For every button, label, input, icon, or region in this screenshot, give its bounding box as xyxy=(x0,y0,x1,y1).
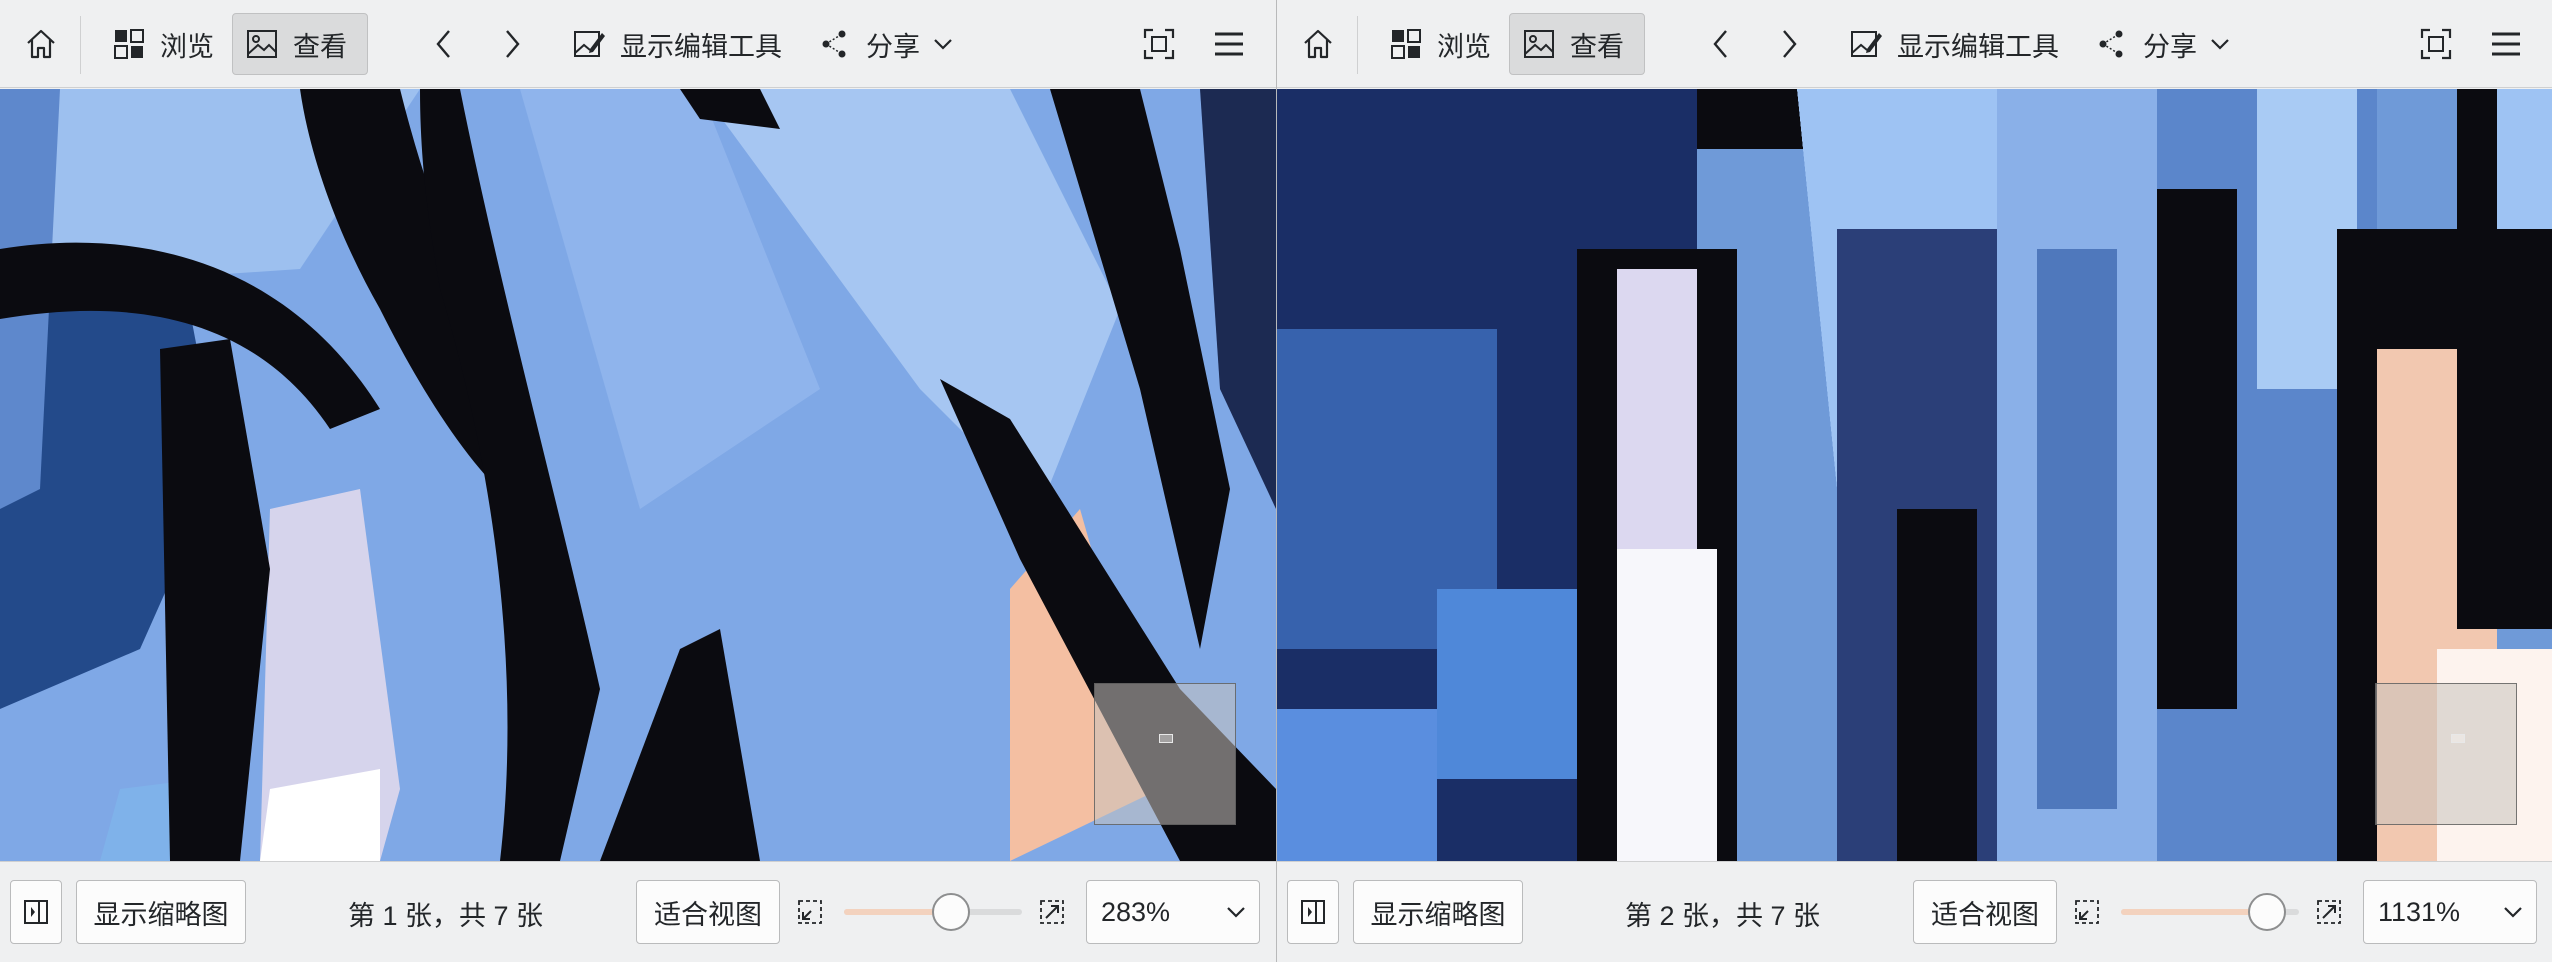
browse-button[interactable]: 浏览 xyxy=(1377,13,1503,75)
toolbar-separator xyxy=(1357,16,1358,74)
image-counter: 第 2 张，共 7 张 xyxy=(1625,901,1821,931)
view-label: 查看 xyxy=(1570,31,1624,62)
image-viewer-window-2: 浏览 查看 显示编辑工具 分享 显示缩略图 第 2 张，共 7 张 适合视图 1… xyxy=(1276,0,2552,962)
browse-button[interactable]: 浏览 xyxy=(100,13,226,75)
zoom-out-icon[interactable] xyxy=(2073,898,2101,926)
main-toolbar: 浏览 查看 显示编辑工具 分享 xyxy=(0,0,1276,88)
view-button[interactable]: 查看 xyxy=(1509,13,1645,75)
hamburger-menu-icon xyxy=(1212,27,1246,61)
anime-image-pixelated-zoom xyxy=(1277,89,2552,861)
chevron-left-icon xyxy=(432,27,456,61)
status-bar: 显示缩略图 第 2 张，共 7 张 适合视图 1131% xyxy=(1277,861,2552,962)
sidebar-toggle-icon xyxy=(23,899,49,925)
navigator-viewport-indicator[interactable] xyxy=(2451,734,2465,743)
anime-image-zoomed xyxy=(0,89,1276,861)
chevron-down-icon xyxy=(2502,901,2524,923)
chevron-down-icon xyxy=(1225,901,1247,923)
image-viewport[interactable] xyxy=(1277,89,2552,861)
share-label: 分享 xyxy=(2143,31,2197,62)
image-edit-icon xyxy=(572,27,606,61)
zoom-out-icon[interactable] xyxy=(796,898,824,926)
view-label: 查看 xyxy=(293,31,347,62)
zoom-slider-fill xyxy=(2121,909,2267,915)
zoom-navigator[interactable] xyxy=(2375,683,2517,825)
toolbar-separator xyxy=(80,16,81,74)
home-button[interactable] xyxy=(1295,13,1341,75)
image-viewer-window-1: 浏览 查看 显示编辑工具 分享 显示缩略图 第 1 张，共 7 张 适合视图 2… xyxy=(0,0,1276,962)
fullscreen-button[interactable] xyxy=(1136,13,1182,75)
image-edit-icon xyxy=(1849,27,1883,61)
show-thumbnails-button[interactable]: 显示缩略图 xyxy=(76,880,246,944)
fullscreen-icon xyxy=(2419,27,2453,61)
fit-view-button[interactable]: 适合视图 xyxy=(1913,880,2057,944)
share-button[interactable]: 分享 xyxy=(806,13,966,75)
status-bar: 显示缩略图 第 1 张，共 7 张 适合视图 283% xyxy=(0,861,1276,962)
zoom-in-icon[interactable] xyxy=(2315,898,2343,926)
zoom-slider-handle[interactable] xyxy=(2248,893,2286,931)
zoom-slider[interactable] xyxy=(844,893,1022,931)
zoom-level-select[interactable]: 283% xyxy=(1086,880,1260,944)
show-edit-tools-label: 显示编辑工具 xyxy=(1897,31,2059,62)
show-edit-tools-button[interactable]: 显示编辑工具 xyxy=(560,13,794,75)
previous-button[interactable] xyxy=(424,13,464,75)
sidebar-toggle-button[interactable] xyxy=(10,880,62,944)
fit-view-button[interactable]: 适合视图 xyxy=(636,880,780,944)
fullscreen-icon xyxy=(1142,27,1176,61)
next-button[interactable] xyxy=(492,13,532,75)
zoom-level-select[interactable]: 1131% xyxy=(2363,880,2537,944)
sidebar-toggle-button[interactable] xyxy=(1287,880,1339,944)
home-icon xyxy=(24,27,58,61)
hamburger-menu-button[interactable] xyxy=(1206,13,1252,75)
share-icon xyxy=(2095,27,2129,61)
image-icon xyxy=(245,27,279,61)
zoom-navigator[interactable] xyxy=(1094,683,1236,825)
hamburger-menu-icon xyxy=(2489,27,2523,61)
fullscreen-button[interactable] xyxy=(2413,13,2459,75)
view-button[interactable]: 查看 xyxy=(232,13,368,75)
browse-label: 浏览 xyxy=(1437,31,1491,62)
share-icon xyxy=(818,27,852,61)
chevron-down-icon xyxy=(932,33,954,55)
show-edit-tools-label: 显示编辑工具 xyxy=(620,31,782,62)
share-label: 分享 xyxy=(866,31,920,62)
chevron-left-icon xyxy=(1709,27,1733,61)
show-edit-tools-button[interactable]: 显示编辑工具 xyxy=(1837,13,2071,75)
zoom-level-value: 283% xyxy=(1101,896,1171,927)
sidebar-toggle-icon xyxy=(1300,899,1326,925)
image-counter: 第 1 张，共 7 张 xyxy=(348,901,544,931)
chevron-right-icon xyxy=(500,27,524,61)
next-button[interactable] xyxy=(1769,13,1809,75)
main-toolbar: 浏览 查看 显示编辑工具 分享 xyxy=(1277,0,2552,88)
home-icon xyxy=(1301,27,1335,61)
browse-grid-icon xyxy=(1389,27,1423,61)
zoom-in-icon[interactable] xyxy=(1038,898,1066,926)
zoom-level-value: 1131% xyxy=(2378,896,2461,927)
zoom-slider-handle[interactable] xyxy=(932,893,970,931)
home-button[interactable] xyxy=(18,13,64,75)
chevron-down-icon xyxy=(2209,33,2231,55)
share-button[interactable]: 分享 xyxy=(2083,13,2243,75)
hamburger-menu-button[interactable] xyxy=(2483,13,2529,75)
previous-button[interactable] xyxy=(1701,13,1741,75)
chevron-right-icon xyxy=(1777,27,1801,61)
browse-label: 浏览 xyxy=(160,31,214,62)
zoom-slider[interactable] xyxy=(2121,893,2299,931)
image-icon xyxy=(1522,27,1556,61)
navigator-viewport-indicator[interactable] xyxy=(1159,734,1173,743)
image-viewport[interactable] xyxy=(0,89,1276,861)
browse-grid-icon xyxy=(112,27,146,61)
show-thumbnails-button[interactable]: 显示缩略图 xyxy=(1353,880,1523,944)
